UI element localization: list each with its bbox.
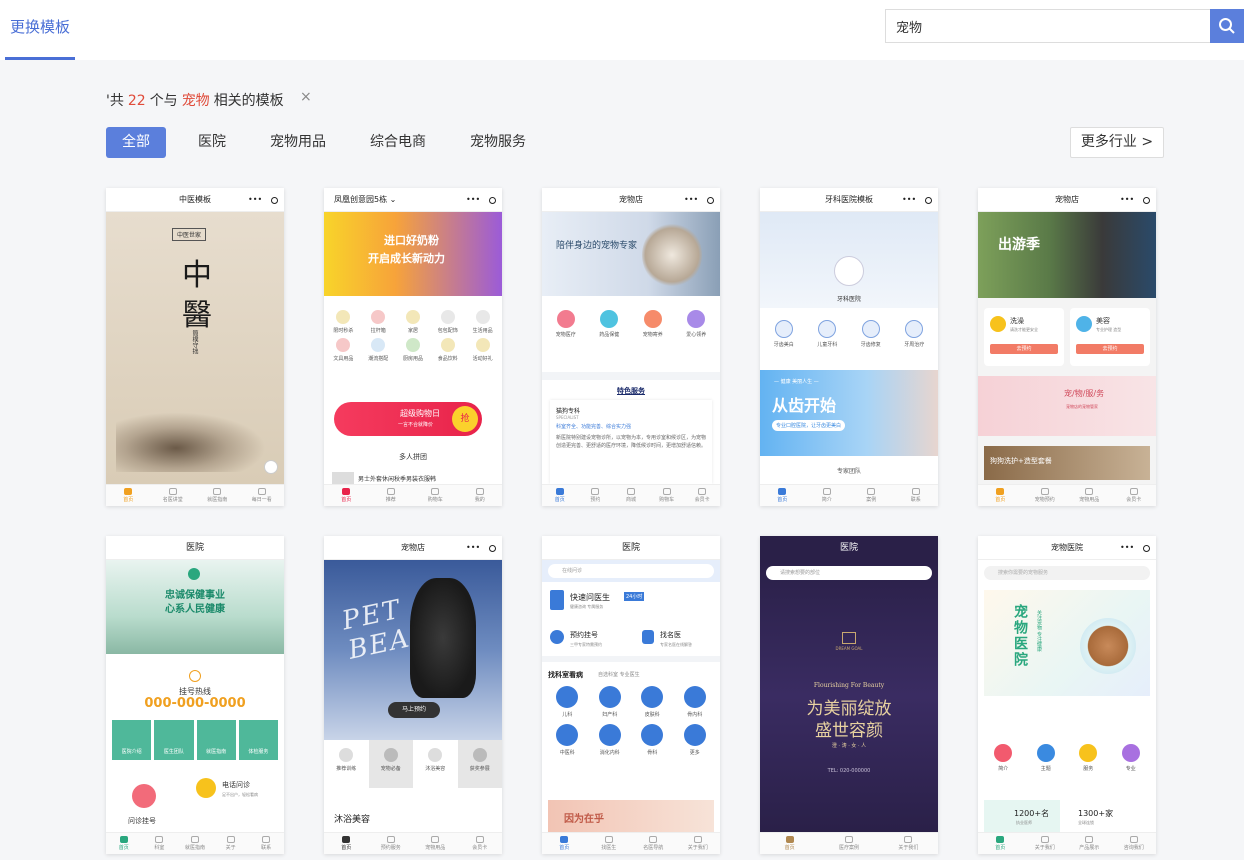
filter-ecommerce[interactable]: 综合电商 — [356, 127, 440, 158]
capsule-menu-icon: ••• — [248, 194, 278, 206]
capsule-menu-icon: ••• — [1120, 542, 1150, 554]
active-tab-underline — [5, 57, 75, 60]
card-title: 医院 — [839, 543, 858, 553]
headline-2: 盛世容颜 — [815, 721, 883, 741]
big-char-1: 中 — [182, 258, 212, 293]
service-groom[interactable]: 美容 专业护理 造型 去预约 — [1070, 308, 1150, 366]
service-grid: 牙齿美白 儿童牙科 牙齿修复 牙周治疗 — [760, 308, 938, 360]
more-industry-button[interactable]: 更多行业 > — [1070, 127, 1164, 158]
result-prefix: '共 — [106, 93, 124, 109]
card-tabbar: 首页 简介 案例 联系 — [760, 484, 938, 506]
capsule-menu-icon: ••• — [466, 542, 496, 554]
result-keyword: 宠物 — [181, 93, 210, 109]
section-title: 多人拼团 — [399, 453, 427, 461]
stat-chains: 1300+家 全球连锁 — [1074, 800, 1150, 832]
search-bar: 在线问诊 — [542, 560, 720, 582]
dog-photo — [410, 578, 476, 698]
service-grid: 简介 主题 服务 专业 — [982, 744, 1152, 772]
template-card-hospital-1[interactable]: 医院 忠诚保健事业 心系人民健康 挂号热线 000-000-0000 医院介绍 … — [106, 536, 284, 854]
hero: 陪伴身边的宠物专家 — [542, 212, 720, 296]
hero: 出游季 — [978, 212, 1156, 298]
banner: — 健康 美丽人生 — 从齿开始 专业口腔医院，让牙齿更美白 — [760, 370, 938, 456]
dog-photo — [1080, 618, 1136, 674]
tab-change-template[interactable]: 更换模板 — [5, 0, 75, 60]
phone-float-icon — [264, 460, 278, 474]
result-suffix: 相关的模板 — [213, 93, 284, 109]
search-bar[interactable]: 请搜索想要的部位 — [766, 566, 932, 580]
quick-buttons: 医院介绍 医生团队 就医指南 体检服务 — [112, 720, 278, 760]
card-tabbar: 首页 医疗案例 关于我们 — [760, 832, 938, 854]
search-button[interactable] — [1210, 9, 1244, 43]
filter-hospital[interactable]: 医院 — [184, 127, 240, 158]
template-card-beauty-clinic[interactable]: 医院 请搜索想要的部位 DREAM GOAL Flourishing For B… — [760, 536, 938, 854]
capsule-menu-icon: ••• — [902, 194, 932, 206]
book-button[interactable]: 马上预约 — [388, 702, 440, 718]
card-tabbar: 首页 找医生 名医导航 关于我们 — [542, 832, 720, 854]
service-grid: 宠物医疗 药品保健 宠物寄养 爱心领养 — [542, 296, 720, 352]
result-summary: '共 22 个与 宠物 相关的模板 — [106, 90, 284, 110]
filter-pet-service[interactable]: 宠物服务 — [456, 127, 540, 158]
result-count: 22 — [127, 93, 146, 109]
capsule-menu-icon: ••• — [684, 194, 714, 206]
category-grid: 限时秒杀 拉杆箱 家居 包包配饰 生活用品 文具用品 潮流搭配 厨房用品 食品饮… — [324, 296, 502, 368]
template-card-tcm[interactable]: 中医模板 ••• 中医世家 中 醫 簡樸守拙 首页 名医讲堂 就医指南 每日一看 — [106, 188, 284, 506]
section-title: 沐浴美容 — [334, 815, 371, 825]
banner: 因为在乎 — [548, 800, 714, 832]
card-tabbar: 首页 关于我们 产品展示 咨询我们 — [978, 832, 1156, 854]
filter-pet-supplies[interactable]: 宠物用品 — [256, 127, 340, 158]
vertical-text: 簡樸守拙 — [191, 330, 198, 354]
card-tabbar: 首页 预约服务 宠物用品 会员卡 — [324, 832, 502, 854]
promo-banner[interactable]: 超级购物日 一言不合就降价 抢 — [334, 402, 482, 436]
hero: 牙科医院 — [760, 212, 938, 308]
template-card-petshop-2[interactable]: 宠物店 ••• 出游季 洗澡 请洗才能更安全 去预约 美容 专业护理 造型 去预约… — [978, 188, 1156, 506]
hero: PET BEAUTY 马上预约 — [324, 560, 502, 740]
phone-consult-label[interactable]: 电话问诊 — [222, 780, 250, 790]
department-grid: 儿科 妇产科 皮肤科 骨内科 中医科 消化内科 骨科 更多 — [546, 686, 716, 756]
capsule-menu-icon: ••• — [466, 194, 496, 206]
template-card-pet-hospital[interactable]: 宠物医院 ••• 搜索你需要的宠物服务 宠物医院 关注宠物 专注健康 简介 主题 … — [978, 536, 1156, 854]
package-strip[interactable]: 狗狗洗护+造型套餐 — [984, 446, 1150, 480]
banner: 进口好奶粉 开启成长新动力 — [324, 212, 502, 296]
cat-photo — [642, 222, 702, 288]
capsule-menu-icon: ••• — [1120, 194, 1150, 206]
stat-doctors: 1200+名 执业医师 — [984, 800, 1060, 832]
big-char-2: 醫 — [182, 298, 212, 333]
service-grid: 推荐训练 宠物必备 沐浴美容 获奖参展 — [324, 740, 502, 788]
section-title: 找科室看病 — [548, 671, 583, 679]
service-banner: 宠/物/服/务 宠物店的宠物管家 — [978, 376, 1156, 436]
filter-all[interactable]: 全部 — [106, 127, 166, 158]
feature-card: 猫狗专科 SPECIALIST 科室齐全、功能完善、综合实力强 新医院特别建设宠… — [550, 400, 712, 484]
template-card-hospital-2[interactable]: 医院 在线问诊 快速问医生 24小时 健康咨询 专属服务 预约挂号 三甲专家特需… — [542, 536, 720, 854]
hotline-number[interactable]: 000-000-0000 — [106, 696, 284, 711]
card-title: 医院 — [185, 543, 204, 553]
template-card-shop[interactable]: 凤凰创意园5栋 ⌄ ••• 进口好奶粉 开启成长新动力 限时秒杀 拉杆箱 家居 包… — [324, 188, 502, 506]
result-middle: 个与 — [149, 93, 178, 109]
card-tabbar: 首页 科室 就医指南 关于 联系 — [106, 832, 284, 854]
section-title: 专家团队 — [836, 468, 861, 475]
card-tabbar: 首页 名医讲堂 就医指南 每日一看 — [106, 484, 284, 506]
section-title: 特色服务 — [617, 387, 645, 395]
template-card-pet-beauty[interactable]: 宠物店••• PET BEAUTY 马上预约 推荐训练 宠物必备 沐浴美容 获奖… — [324, 536, 502, 854]
template-card-dental[interactable]: 牙科医院模板 ••• 牙科医院 牙齿美白 儿童牙科 牙齿修复 牙周治疗 — 健康 … — [760, 188, 938, 506]
search-input[interactable] — [885, 9, 1211, 43]
card-tabbar: 首页 预约 商城 购物车 会员卡 — [542, 484, 720, 506]
card-title: 医院 — [621, 543, 640, 553]
hero: 宠物医院 关注宠物 专注健康 — [984, 590, 1150, 696]
top-bar: 更换模板 — [0, 0, 1244, 60]
search-bar[interactable]: 搜索你需要的宠物服务 — [984, 566, 1150, 580]
product-title: 男士外套休闲秋季男装衣服韩 — [358, 476, 437, 483]
card-badge: 中医世家 — [172, 228, 207, 241]
search-icon — [1219, 18, 1235, 34]
consult-label[interactable]: 问诊挂号 — [128, 816, 156, 826]
clear-search-icon[interactable]: × — [300, 89, 312, 105]
service-bath[interactable]: 洗澡 请洗才能更安全 去预约 — [984, 308, 1064, 366]
filter-bar: 全部 医院 宠物用品 综合电商 宠物服务 — [106, 127, 556, 158]
card-tabbar: 首页 推荐 购物车 我的 — [324, 484, 502, 506]
sage-illustration — [116, 412, 266, 472]
card-tabbar: 首页 宠物预约 宠物用品 会员卡 — [978, 484, 1156, 506]
template-card-petshop[interactable]: 宠物店 ••• 陪伴身边的宠物专家 宠物医疗 药品保健 宠物寄养 爱心领养 特色服… — [542, 188, 720, 506]
quick-doctor[interactable]: 快速问医生 — [570, 592, 610, 603]
hero: 忠诚保健事业 心系人民健康 — [106, 560, 284, 654]
